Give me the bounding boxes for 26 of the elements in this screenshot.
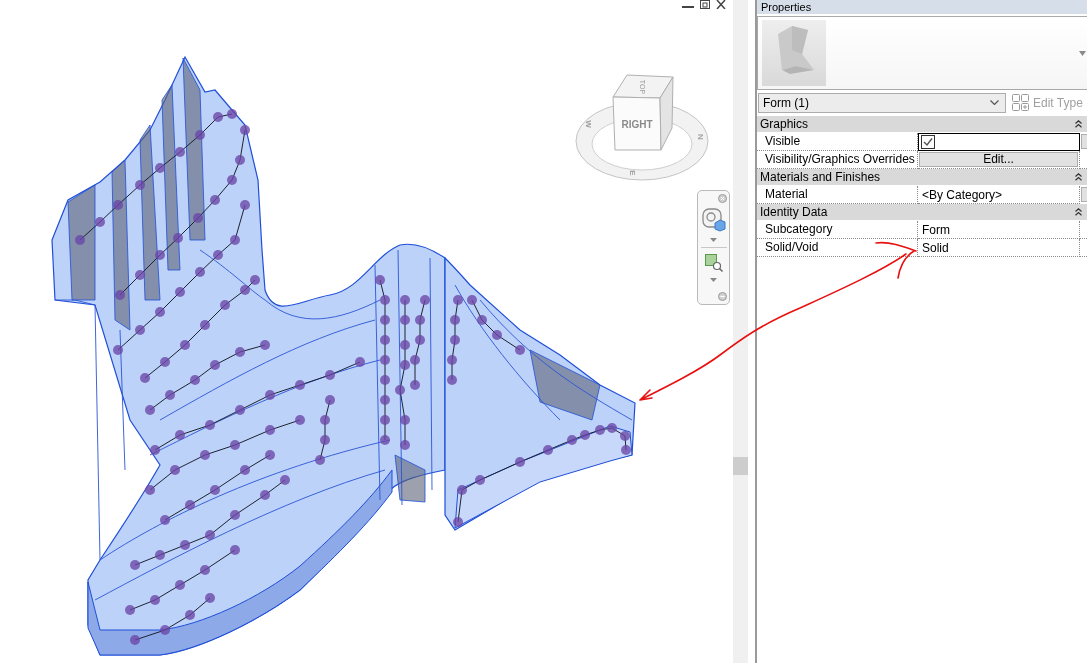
section-header[interactable]: Materials and Finishes [757,169,1087,186]
property-value[interactable]: <By Category> [918,186,1080,204]
checkbox[interactable] [921,135,935,149]
minus-circle-icon[interactable] [718,292,727,301]
property-value[interactable]: Form [918,221,1080,239]
caret-icon[interactable] [710,238,717,242]
associate-parameter-button[interactable] [1081,187,1087,202]
property-value[interactable]: Solid [918,239,1080,257]
folded-shape-icon [762,20,826,86]
associate-parameter-button[interactable] [1081,134,1087,149]
close-icon[interactable] [716,0,726,9]
section-header[interactable]: Graphics [757,116,1087,133]
zoom-icon[interactable] [704,254,723,272]
restore-icon[interactable] [700,0,710,9]
value-field[interactable] [918,133,1080,151]
scrollbar[interactable] [733,0,748,663]
chevron-down-icon [990,100,999,105]
type-selector[interactable]: Form (1) [758,92,1006,113]
scrollbar-thumb[interactable] [733,457,748,475]
panel-title: Properties [757,0,1087,14]
edit-type-icon [1012,94,1029,111]
navigation-wheel-icon[interactable] [701,208,726,232]
caret-icon[interactable] [710,278,717,282]
dropdown-arrow-icon[interactable] [1079,50,1086,56]
section-header[interactable]: Identity Data [757,204,1087,221]
edit-button[interactable]: Edit... [919,152,1078,167]
